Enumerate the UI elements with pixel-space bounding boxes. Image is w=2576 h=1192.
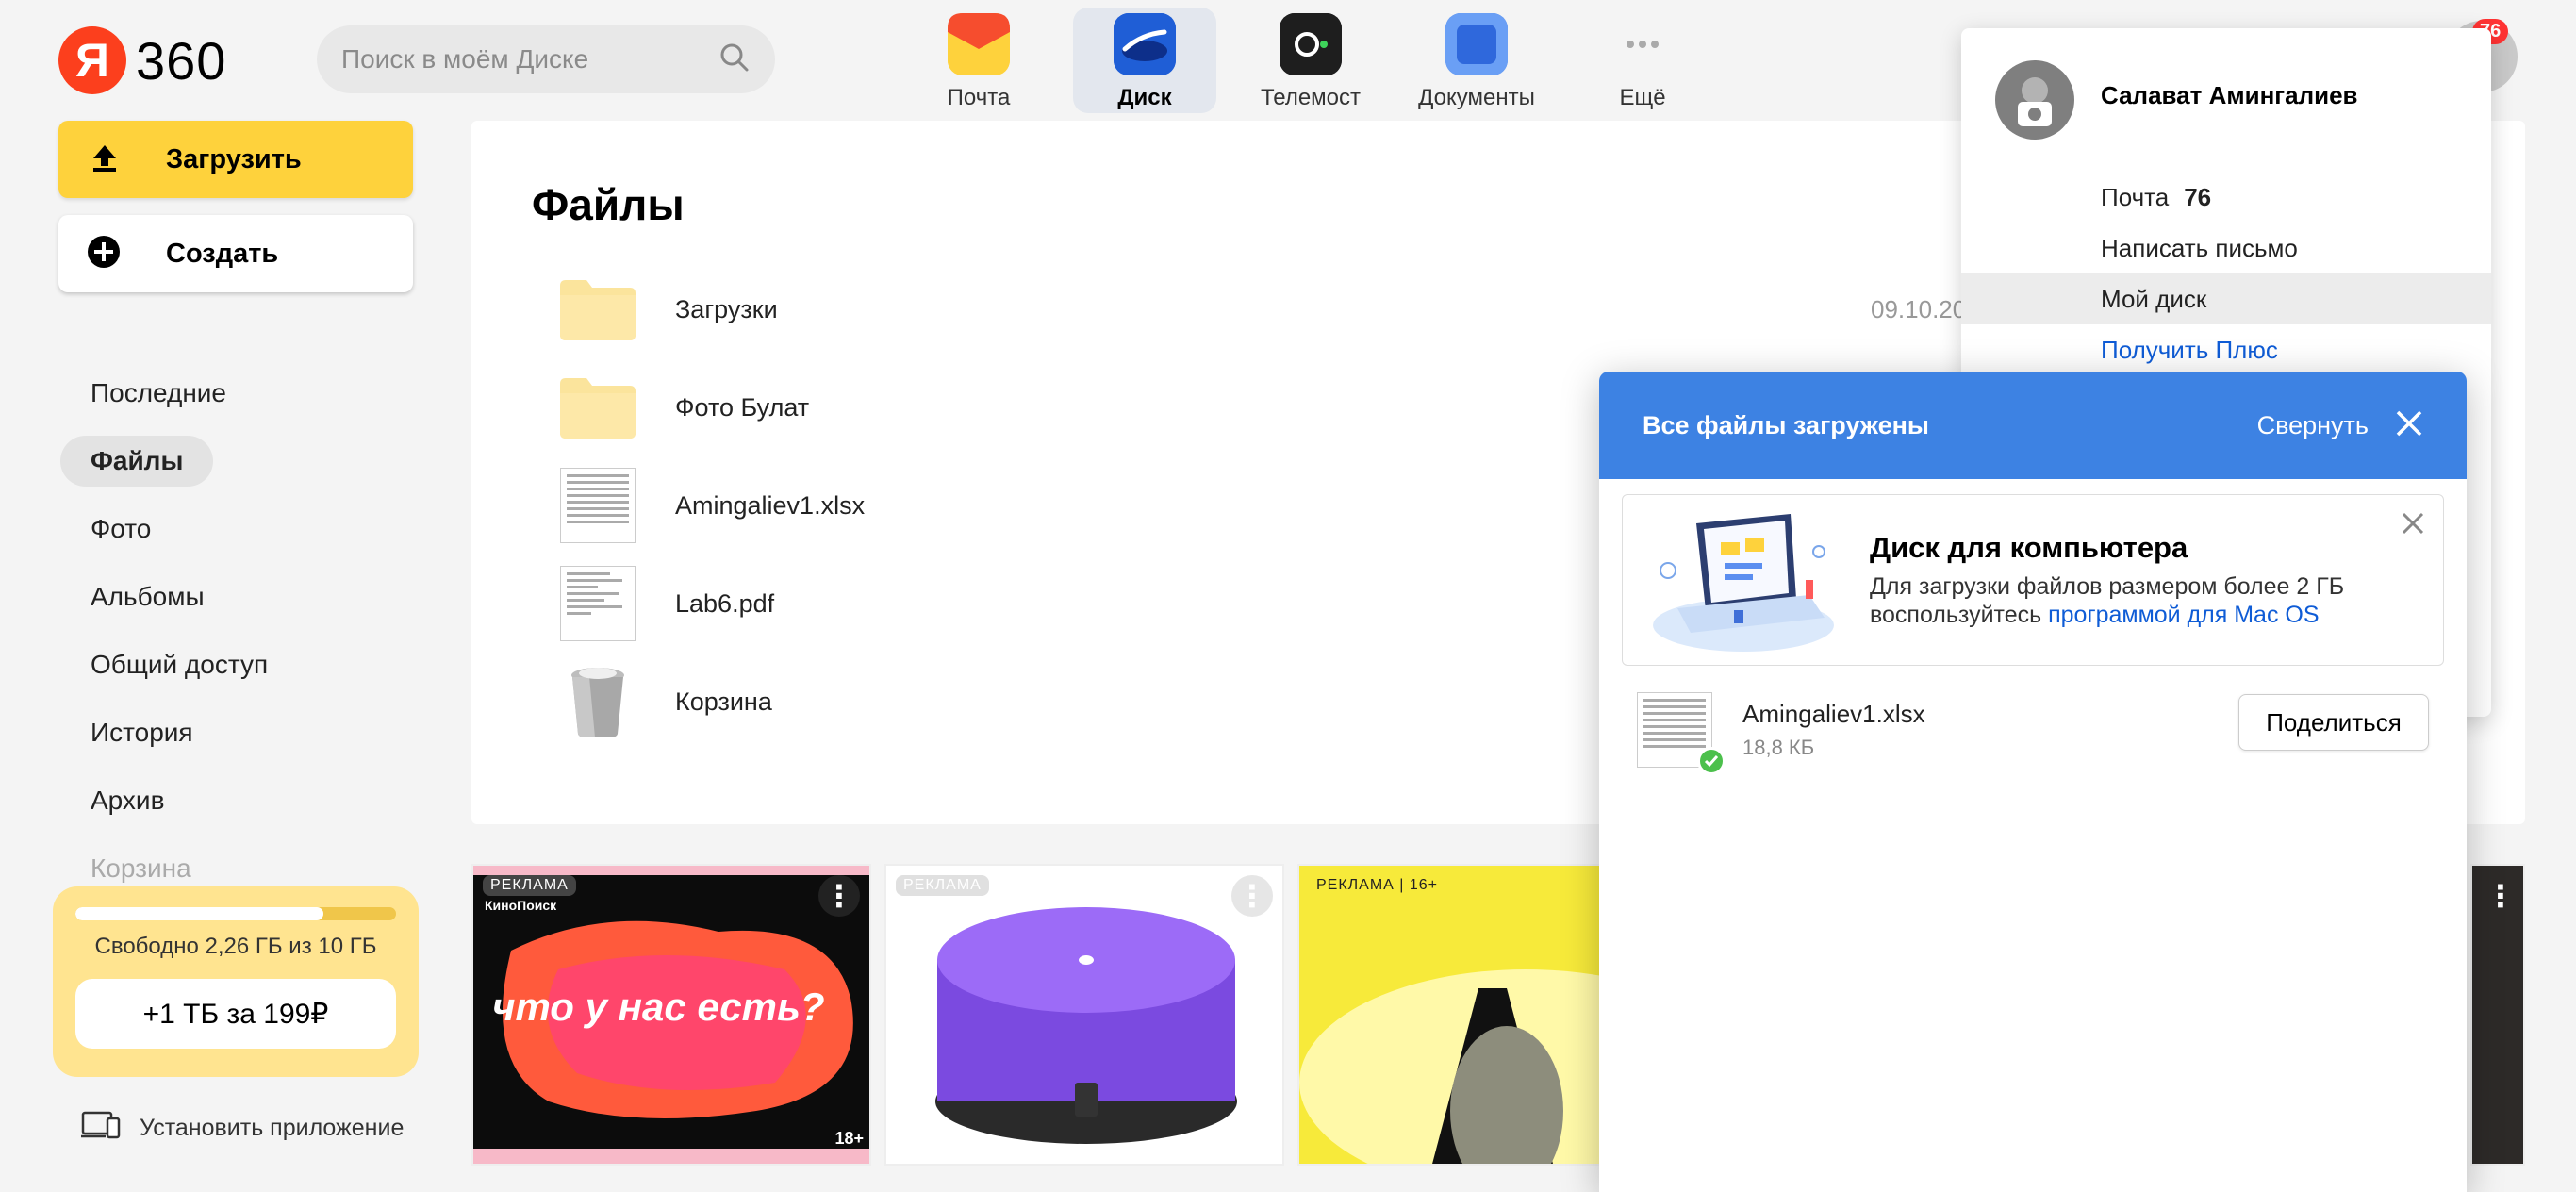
app-documents[interactable]: Документы (1405, 8, 1548, 113)
profile-mail-count: 76 (2184, 182, 2212, 211)
profile-name: Салават Амингалиев (2101, 81, 2358, 109)
logo-360-text: 360 (136, 30, 227, 91)
app-mail[interactable]: Почта (907, 8, 1050, 113)
upload-panel-header: Все файлы загружены Свернуть (1599, 372, 2467, 479)
search-icon[interactable] (718, 41, 751, 78)
profile-my-disk-item[interactable]: Мой диск (1961, 273, 2491, 324)
install-app-label: Установить приложение (140, 1115, 405, 1141)
ad-card-kinopoisk[interactable]: РЕКЛАМА КиноПоиск что у нас есть? 18+ ⋮ (471, 864, 871, 1166)
app-telemost-label: Телемост (1260, 85, 1362, 110)
page-title: Файлы (532, 180, 685, 229)
ad-card-partial[interactable]: ⋮ (2470, 864, 2525, 1166)
file-row[interactable]: Загрузки 09.10.2021 (560, 272, 1993, 347)
search-input[interactable] (341, 44, 718, 74)
telemost-icon (1280, 13, 1342, 75)
upload-button[interactable]: Загрузить (58, 121, 413, 198)
profile-write-letter-item[interactable]: Написать письмо (1961, 223, 2491, 273)
uploaded-file-size: 18,8 КБ (1742, 736, 1815, 759)
mail-icon (948, 13, 1010, 75)
folder-icon (560, 272, 636, 347)
ad-tag: РЕКЛАМА (896, 875, 989, 896)
sidebar-item-history[interactable]: История (60, 707, 223, 758)
ad-tag: РЕКЛАМА | 16+ (1316, 877, 1439, 893)
mac-app-link[interactable]: программой для Mac OS (2048, 602, 2319, 628)
ad-image (1299, 969, 1607, 1164)
upload-success-check-icon (1697, 747, 1726, 775)
create-button-label: Создать (166, 238, 279, 269)
profile-mail-item[interactable]: Почта 76 (1961, 172, 2491, 223)
uploaded-file-row: Amingaliev1.xlsx 18,8 КБ Поделиться (1637, 692, 2429, 777)
search-box[interactable] (317, 25, 775, 93)
upload-panel-title: Все файлы загружены (1643, 410, 1929, 439)
app-mail-label: Почта (947, 85, 1011, 110)
sidebar-item-archive[interactable]: Архив (60, 775, 194, 826)
app-more[interactable]: Ещё (1571, 8, 1714, 113)
upload-status-panel: Все файлы загружены Свернуть Диск для ко… (1599, 372, 2467, 1192)
ad-slogan: что у нас есть? (492, 985, 825, 1029)
app-documents-label: Документы (1418, 85, 1535, 110)
app-telemost[interactable]: Телемост (1239, 8, 1382, 113)
profile-mail-label: Почта (2101, 182, 2170, 211)
uploaded-file-name: Amingaliev1.xlsx (1742, 700, 1925, 728)
file-name: Загрузки (675, 294, 778, 323)
buy-storage-button[interactable]: +1 ТБ за 199₽ (75, 979, 396, 1049)
yandex-360-logo[interactable]: Я 360 (58, 26, 226, 94)
app-disk-label: Диск (1117, 85, 1172, 110)
ad-menu-icon[interactable]: ⋮ (2480, 875, 2521, 917)
desktop-app-promo: Диск для компьютера Для загрузки файлов … (1622, 494, 2444, 666)
storage-progress-bar (75, 907, 396, 920)
ad-image (935, 907, 1237, 1144)
sidebar-item-recent[interactable]: Последние (60, 368, 256, 419)
device-icon (81, 1111, 123, 1146)
sidebar-item-files[interactable]: Файлы (60, 436, 214, 487)
ad-brand: КиноПоиск (485, 898, 557, 913)
pdf-thumbnail-icon (560, 566, 636, 641)
app-switcher: Почта Диск Телемост Документы Ещё (907, 8, 1737, 113)
ad-card-speaker[interactable]: РЕКЛАМА ⋮ (884, 864, 1284, 1166)
create-button[interactable]: Создать (58, 215, 413, 292)
upload-button-label: Загрузить (166, 143, 302, 174)
sidebar-item-photo[interactable]: Фото (60, 504, 181, 555)
collapse-button[interactable]: Свернуть (2257, 411, 2369, 440)
ad-age-rating: 18+ (834, 1129, 864, 1148)
ad-card-theatre[interactable]: РЕКЛАМА | 16+ (1297, 864, 1609, 1166)
promo-text: Для загрузки файлов размером более 2 ГБ … (1870, 572, 2417, 629)
share-button[interactable]: Поделиться (2238, 694, 2429, 751)
folder-icon (560, 370, 636, 445)
more-dots-icon (1611, 13, 1674, 75)
close-icon[interactable] (2395, 409, 2423, 442)
app-disk[interactable]: Диск (1073, 8, 1216, 113)
plus-circle-icon (87, 235, 121, 273)
trash-bin-icon (560, 664, 636, 739)
install-app-link[interactable]: Установить приложение (81, 1111, 404, 1146)
profile-get-plus-link[interactable]: Получить Плюс (1961, 324, 2491, 375)
yandex-logo-icon: Я (58, 26, 126, 94)
upload-icon (89, 141, 121, 178)
sidebar-item-shared[interactable]: Общий доступ (60, 639, 298, 690)
spreadsheet-thumbnail-icon (560, 468, 636, 543)
ad-menu-icon[interactable]: ⋮ (818, 875, 860, 917)
storage-free-text: Свободно 2,26 ГБ из 10 ГБ (94, 934, 377, 959)
ad-tag: РЕКЛАМА (483, 875, 576, 896)
ad-menu-icon[interactable]: ⋮ (1231, 875, 1273, 917)
app-more-label: Ещё (1619, 85, 1666, 110)
storage-widget: Свободно 2,26 ГБ из 10 ГБ +1 ТБ за 199₽ (53, 886, 419, 1077)
promo-close-icon[interactable] (2396, 506, 2430, 540)
sidebar-item-albums[interactable]: Альбомы (60, 571, 235, 622)
profile-avatar[interactable] (1995, 60, 2074, 140)
documents-icon (1445, 13, 1508, 75)
disk-icon (1114, 13, 1176, 75)
promo-title: Диск для компьютера (1870, 531, 2188, 564)
sidebar-nav: Последние Файлы Фото Альбомы Общий досту… (60, 368, 298, 911)
computer-illustration-icon (1640, 505, 1838, 659)
storage-progress-fill (75, 907, 324, 920)
